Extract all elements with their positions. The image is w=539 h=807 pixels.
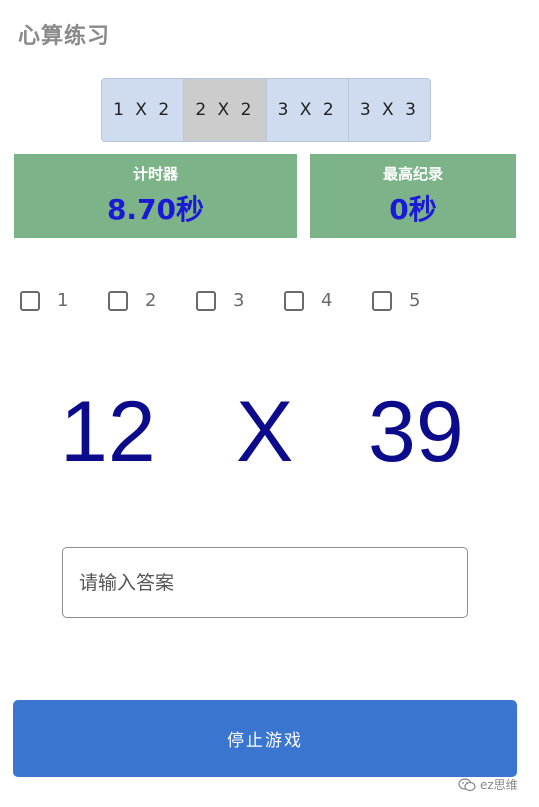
checkbox-icon[interactable] bbox=[372, 290, 392, 311]
checkbox-3[interactable]: 3 bbox=[196, 290, 244, 311]
checkbox-label: 1 bbox=[57, 290, 69, 311]
checkbox-5[interactable]: 5 bbox=[372, 290, 420, 311]
wechat-icon bbox=[458, 777, 476, 791]
checkbox-label: 4 bbox=[321, 290, 333, 311]
operand-a: 12 bbox=[60, 384, 156, 480]
watermark: ez思维 bbox=[458, 776, 518, 793]
checkbox-label: 2 bbox=[145, 290, 157, 311]
timer-panel: 计时器 8.70秒 bbox=[14, 154, 297, 238]
checkbox-icon[interactable] bbox=[284, 290, 304, 311]
app-title: 心算练习 bbox=[18, 24, 111, 49]
answer-input[interactable] bbox=[62, 547, 468, 618]
checkbox-4[interactable]: 4 bbox=[284, 290, 332, 311]
checkbox-row: 1 2 3 4 5 bbox=[20, 290, 500, 318]
record-label: 最高纪录 bbox=[382, 165, 443, 183]
mode-selector: 1 X 2 2 X 2 3 X 2 3 X 3 bbox=[101, 78, 431, 142]
stop-game-button[interactable]: 停止游戏 bbox=[13, 700, 517, 777]
checkbox-2[interactable]: 2 bbox=[108, 290, 156, 311]
mode-button-3x3[interactable]: 3 X 3 bbox=[348, 79, 430, 141]
checkbox-1[interactable]: 1 bbox=[20, 290, 68, 311]
checkbox-icon[interactable] bbox=[20, 290, 40, 311]
checkbox-label: 3 bbox=[233, 290, 245, 311]
checkbox-icon[interactable] bbox=[196, 290, 216, 311]
timer-label: 计时器 bbox=[132, 165, 178, 183]
mode-button-2x2[interactable]: 2 X 2 bbox=[184, 79, 267, 141]
mode-button-1x2[interactable]: 1 X 2 bbox=[102, 79, 185, 141]
operand-b: 39 bbox=[368, 384, 464, 480]
checkbox-icon[interactable] bbox=[108, 290, 128, 311]
mode-button-3x2[interactable]: 3 X 2 bbox=[266, 79, 349, 141]
checkbox-label: 5 bbox=[409, 290, 421, 311]
timer-value: 8.70秒 bbox=[106, 193, 205, 226]
record-panel: 最高纪录 0秒 bbox=[310, 154, 516, 238]
record-value: 0秒 bbox=[389, 193, 437, 226]
watermark-text: ez思维 bbox=[480, 778, 518, 792]
operator-sign: X bbox=[236, 384, 294, 480]
